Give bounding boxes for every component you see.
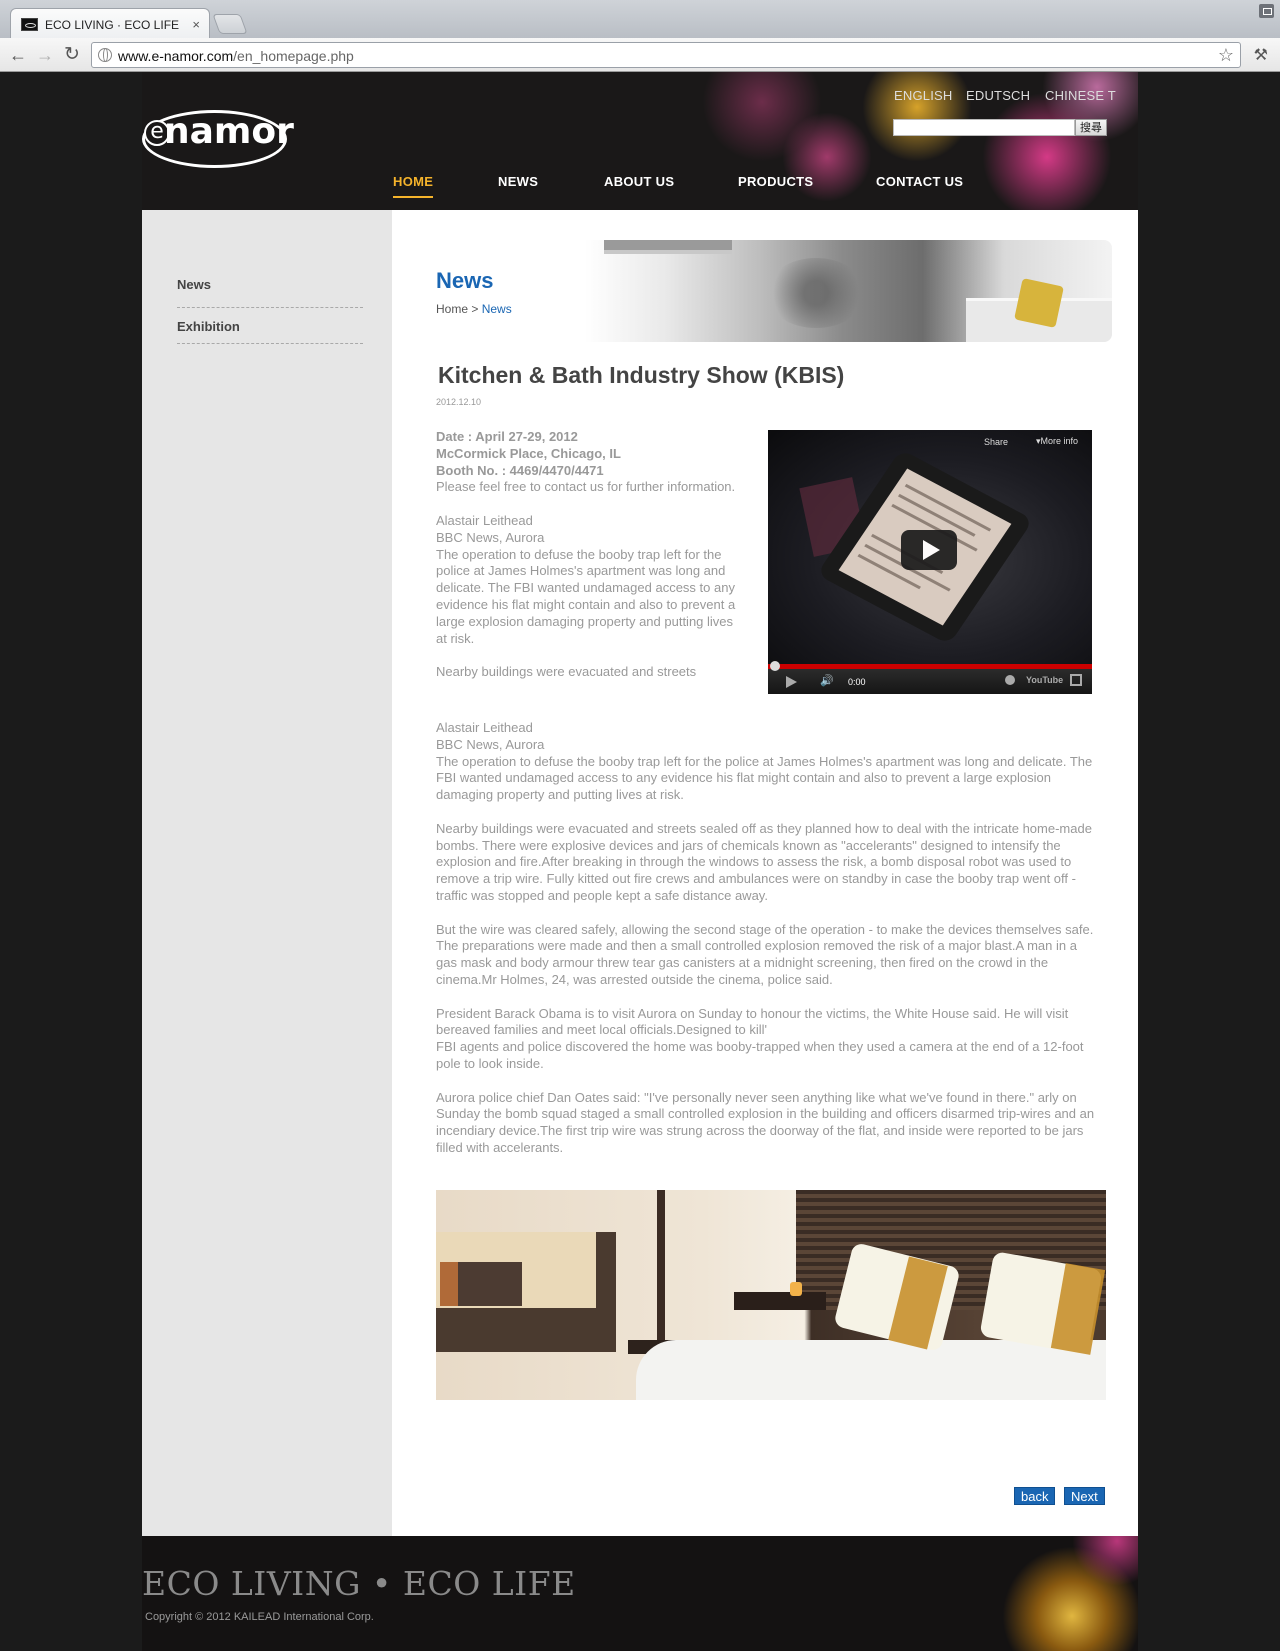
language-deutsch-link[interactable]: EDUTSCH: [966, 88, 1030, 103]
side-org: BBC News, Aurora: [436, 529, 545, 545]
photo-sofa-pillow: [440, 1262, 522, 1306]
site-header: e namor ENGLISH EDUTSCH CHINESE T 搜尋 HOM…: [142, 72, 1138, 210]
fullscreen-icon[interactable]: [1070, 674, 1082, 686]
bookmark-star-icon[interactable]: ☆: [1218, 45, 1234, 66]
photo-side-table: [734, 1292, 826, 1310]
article-body: Alastair Leithead BBC News, Aurora The o…: [436, 720, 1096, 1174]
back-button[interactable]: back: [1014, 1487, 1056, 1505]
photo-bed: [636, 1340, 1106, 1400]
video-scrubber-handle[interactable]: [770, 661, 780, 671]
site-favicon-icon: [21, 18, 38, 31]
breadcrumb-separator: >: [471, 302, 479, 316]
article-org: BBC News, Aurora: [436, 736, 545, 752]
nav-home[interactable]: HOME: [393, 174, 434, 198]
event-location: McCormick Place, Chicago, IL: [436, 445, 621, 461]
site-container: e namor ENGLISH EDUTSCH CHINESE T 搜尋 HOM…: [142, 72, 1138, 1651]
nav-products[interactable]: PRODUCTS: [738, 174, 813, 189]
sidebar: News Exhibition: [142, 210, 392, 1536]
language-chinese-link[interactable]: CHINESE T: [1045, 88, 1116, 103]
photo-candle: [790, 1282, 802, 1296]
forward-arrow-icon[interactable]: →: [36, 45, 54, 65]
page-body: News Exhibition News Home > News Kitchen…: [142, 210, 1138, 1536]
globe-icon: [98, 48, 112, 62]
photo-floor-lamp: [657, 1190, 665, 1350]
breadcrumb-current[interactable]: News: [482, 302, 512, 316]
nav-contact-us[interactable]: CONTACT US: [876, 174, 963, 189]
next-button[interactable]: Next: [1064, 1487, 1105, 1505]
event-date: Date : April 27-29, 2012: [436, 429, 578, 444]
tab-title: ECO LIVING · ECO LIFE: [45, 18, 180, 32]
video-progress-bar[interactable]: [768, 661, 1092, 671]
event-contact-note: Please feel free to contact us for furth…: [436, 479, 736, 495]
video-share-button[interactable]: Share: [984, 437, 1008, 447]
back-arrow-icon[interactable]: ←: [9, 45, 27, 65]
article-date: 2012.12.10: [436, 397, 482, 407]
banner-wallpaper-pattern: [766, 258, 866, 328]
article-paragraph: Nearby buildings were evacuated and stre…: [436, 820, 1092, 903]
footer-slogan: ECO LIVING • ECO LIFE: [142, 1564, 576, 1603]
site-footer: ECO LIVING • ECO LIFE Copyright © 2012 K…: [142, 1536, 1138, 1651]
breadcrumb-home-link[interactable]: Home: [436, 302, 468, 316]
wrench-menu-icon[interactable]: ⚒: [1254, 45, 1268, 65]
side-paragraph: Nearby buildings were evacuated and stre…: [436, 664, 697, 680]
event-info: Date : April 27-29, 2012 McCormick Place…: [436, 429, 736, 681]
breadcrumb: Home > News: [436, 302, 512, 316]
watch-later-icon[interactable]: [1005, 675, 1015, 685]
browser-tab[interactable]: ECO LIVING · ECO LIFE ×: [10, 8, 210, 38]
browser-tab-bar: ECO LIVING · ECO LIFE ×: [0, 0, 1280, 38]
sidebar-item-news[interactable]: News: [177, 272, 363, 308]
page-title: News: [436, 268, 494, 293]
reload-icon[interactable]: ↻: [64, 45, 80, 65]
side-paragraph: The operation to defuse the booby trap l…: [436, 546, 736, 646]
window-restore-icon[interactable]: [1259, 4, 1274, 18]
video-more-info-button[interactable]: More info: [1036, 436, 1078, 447]
article-paragraph: FBI agents and police discovered the hom…: [436, 1039, 1084, 1071]
side-author: Alastair Leithead: [436, 512, 533, 528]
new-tab-button[interactable]: [212, 14, 248, 34]
logo-text: namor: [164, 111, 294, 152]
youtube-video-player[interactable]: Share More info 🔊 0:00 YouTube: [768, 430, 1092, 694]
close-tab-icon[interactable]: ×: [192, 17, 200, 32]
video-play-icon[interactable]: [901, 530, 957, 570]
site-search-input[interactable]: [893, 119, 1075, 136]
bedroom-photo: [436, 1190, 1106, 1400]
article-paragraph: But the wire was cleared safely, allowin…: [436, 921, 1094, 987]
site-search-button[interactable]: 搜尋: [1075, 119, 1107, 136]
banner-cushion: [1014, 278, 1064, 328]
article-paragraph: President Barack Obama is to visit Auror…: [436, 1005, 1069, 1038]
volume-icon[interactable]: 🔊: [820, 674, 834, 687]
article-paragraph: The operation to defuse the booby trap l…: [436, 753, 1093, 803]
copyright-text: Copyright © 2012 KAILEAD International C…: [145, 1611, 374, 1623]
bokeh-light-decoration: [862, 72, 972, 162]
article-author: Alastair Leithead: [436, 720, 533, 735]
article-paragraph: Aurora police chief Dan Oates said: "I'v…: [436, 1089, 1095, 1155]
video-time: 0:00: [848, 677, 866, 687]
url-path: /en_homepage.php: [233, 48, 354, 64]
nav-news[interactable]: NEWS: [498, 174, 538, 189]
control-play-icon[interactable]: [786, 676, 797, 688]
url-host: www.e-namor.com: [118, 48, 234, 64]
enamor-logo[interactable]: e namor: [142, 106, 294, 168]
event-booth: Booth No. : 4469/4470/4471: [436, 462, 604, 478]
sidebar-item-exhibition[interactable]: Exhibition: [177, 308, 363, 344]
news-banner-image: [436, 240, 1112, 342]
youtube-logo[interactable]: YouTube: [1026, 675, 1063, 685]
banner-television: [604, 240, 732, 254]
browser-toolbar: ← → ↻ www.e-namor.com/en_homepage.php ☆ …: [0, 38, 1280, 72]
article-title: Kitchen & Bath Industry Show (KBIS): [438, 362, 845, 388]
language-english-link[interactable]: ENGLISH: [894, 88, 952, 103]
main-navigation: HOME NEWS ABOUT US PRODUCTS CONTACT US: [142, 174, 1138, 208]
nav-about-us[interactable]: ABOUT US: [604, 174, 674, 189]
main-content: News Home > News Kitchen & Bath Industry…: [392, 210, 1138, 1536]
address-bar[interactable]: www.e-namor.com/en_homepage.php ☆: [91, 42, 1241, 68]
video-controls: 🔊 0:00 YouTube: [768, 661, 1092, 694]
